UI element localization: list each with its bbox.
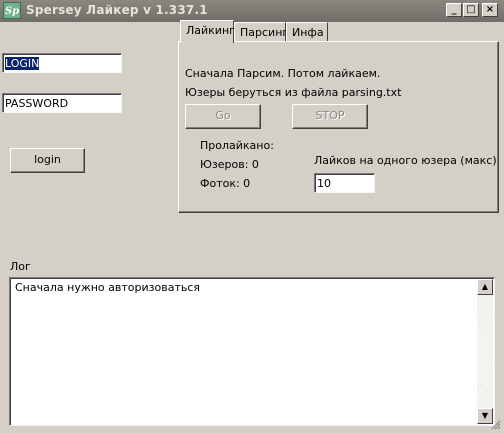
likes-per-user-value: 10 [317,177,331,190]
photos-count: Фоток: 0 [200,177,251,190]
arrow-up-icon[interactable]: ▲ [477,279,493,295]
window-title: Spersey Лайкер v 1.337.1 [26,3,208,17]
info-line-1: Сначала Парсим. Потом лайкаем. [185,67,381,80]
tab-info[interactable]: Инфа [286,22,328,42]
close-button[interactable]: × [482,3,498,17]
login-button[interactable]: login [10,148,85,173]
app-icon[interactable]: Sp [3,2,21,19]
password-input[interactable]: PASSWORD [2,93,122,113]
minimize-button[interactable]: _ [446,3,462,17]
maximize-button[interactable]: □ [463,3,479,17]
users-count: Юзеров: 0 [200,158,259,171]
info-line-2: Юзеры беруться из файла parsing.txt [185,86,402,99]
tab-panel-liking: Сначала Парсим. Потом лайкаем. Юзеры бер… [178,41,499,213]
tab-parsing[interactable]: Парсинг [234,22,288,42]
stop-button[interactable]: STOP [292,104,368,129]
password-input-value: PASSWORD [5,97,69,110]
liked-label: Пролайкано: [200,139,274,152]
log-scrollbar[interactable]: ▲ ▼ [477,279,493,424]
log-textarea[interactable]: Сначала нужно авторизоваться ▲ ▼ [9,277,495,426]
login-input[interactable]: LOGIN [2,53,122,73]
login-input-value: LOGIN [5,57,40,70]
likes-per-user-label: Лайков на одного юзера (макс) [314,154,497,167]
go-button[interactable]: Go [185,104,261,129]
size-grip-icon[interactable] [491,420,501,430]
log-text: Сначала нужно авторизоваться [15,281,201,294]
log-label: Лог [10,260,31,273]
tab-liking[interactable]: Лайкинг [180,20,235,43]
likes-per-user-input[interactable]: 10 [314,173,375,193]
title-bar[interactable]: Sp Spersey Лайкер v 1.337.1 _ □ × [0,0,504,22]
